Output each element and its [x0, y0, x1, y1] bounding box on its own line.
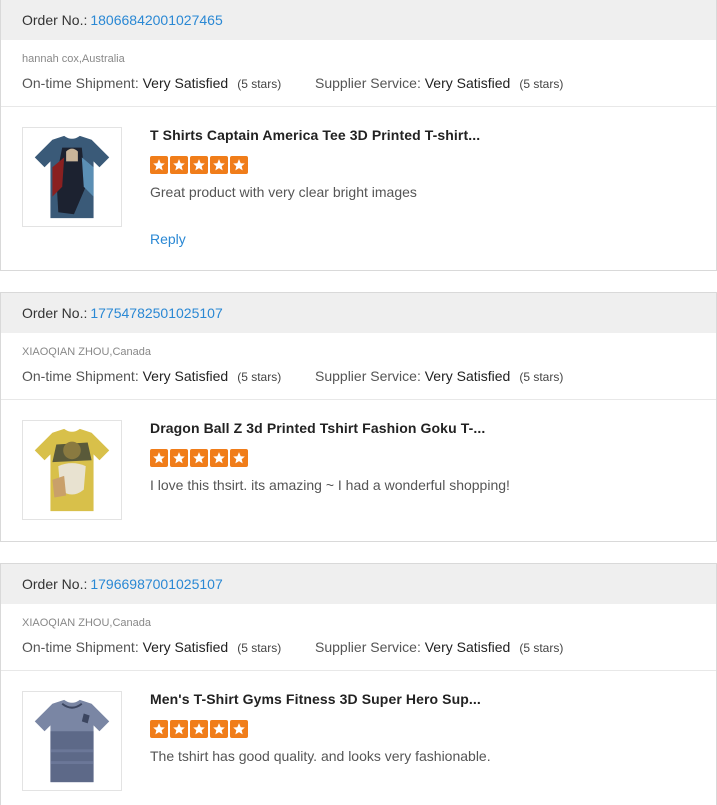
order-number-label: Order No.:: [22, 12, 88, 28]
service-rating: Supplier Service: Very Satisfied (5 stars…: [315, 75, 563, 91]
star-rating: [150, 156, 248, 174]
star-icon: [230, 156, 248, 174]
order-bar: Order No.: 17754782501025107: [1, 293, 716, 333]
shipment-rating: On-time Shipment: Very Satisfied (5 stars…: [22, 368, 315, 384]
star-icon: [150, 156, 168, 174]
service-stars-text: (5 stars): [519, 77, 564, 91]
buyer-info: XIAOQIAN ZHOU,Canada On-time Shipment: V…: [1, 333, 716, 400]
service-value: Very Satisfied: [424, 639, 511, 655]
shipment-value: Very Satisfied: [142, 639, 229, 655]
review-card: Order No.: 17754782501025107 XIAOQIAN ZH…: [0, 292, 717, 542]
order-number-label: Order No.:: [22, 305, 88, 321]
seller-rating-row: On-time Shipment: Very Satisfied (5 stars…: [22, 368, 563, 384]
tshirt-image-icon: [23, 692, 121, 790]
service-rating: Supplier Service: Very Satisfied (5 stars…: [315, 368, 563, 384]
product-thumbnail[interactable]: [22, 127, 122, 227]
order-number-link[interactable]: 18066842001027465: [90, 12, 222, 28]
seller-rating-row: On-time Shipment: Very Satisfied (5 stars…: [22, 639, 563, 655]
product-title[interactable]: Dragon Ball Z 3d Printed Tshirt Fashion …: [150, 420, 485, 436]
buyer-name-location: XIAOQIAN ZHOU,Canada: [22, 346, 151, 358]
service-stars-text: (5 stars): [519, 641, 564, 655]
review-card: Order No.: 18066842001027465 hannah cox,…: [0, 0, 717, 271]
service-value: Very Satisfied: [424, 368, 511, 384]
order-bar: Order No.: 17966987001025107: [1, 564, 716, 604]
service-label: Supplier Service:: [315, 75, 421, 91]
service-stars-text: (5 stars): [519, 370, 564, 384]
tshirt-image-icon: [23, 128, 121, 226]
star-icon: [190, 156, 208, 174]
order-number-label: Order No.:: [22, 576, 88, 592]
buyer-info: XIAOQIAN ZHOU,Canada On-time Shipment: V…: [1, 604, 716, 671]
star-icon: [170, 449, 188, 467]
star-icon: [210, 720, 228, 738]
star-rating: [150, 720, 248, 738]
review-text: Great product with very clear bright ima…: [150, 184, 417, 200]
order-number-link[interactable]: 17754782501025107: [90, 305, 222, 321]
shipment-stars-text: (5 stars): [237, 370, 282, 384]
star-icon: [170, 720, 188, 738]
review-card: Order No.: 17966987001025107 XIAOQIAN ZH…: [0, 563, 717, 805]
buyer-name-location: XIAOQIAN ZHOU,Canada: [22, 617, 151, 629]
shipment-value: Very Satisfied: [142, 368, 229, 384]
review-text: I love this thsirt. its amazing ~ I had …: [150, 477, 510, 493]
order-number-link[interactable]: 17966987001025107: [90, 576, 222, 592]
buyer-info: hannah cox,Australia On-time Shipment: V…: [1, 40, 716, 107]
reply-link[interactable]: Reply: [150, 231, 186, 247]
star-icon: [150, 449, 168, 467]
star-icon: [170, 156, 188, 174]
star-icon: [190, 449, 208, 467]
star-icon: [230, 449, 248, 467]
shipment-rating: On-time Shipment: Very Satisfied (5 stars…: [22, 75, 315, 91]
shipment-stars-text: (5 stars): [237, 77, 282, 91]
shipment-rating: On-time Shipment: Very Satisfied (5 stars…: [22, 639, 315, 655]
order-bar: Order No.: 18066842001027465: [1, 0, 716, 40]
star-icon: [190, 720, 208, 738]
product-title[interactable]: Men's T-Shirt Gyms Fitness 3D Super Hero…: [150, 691, 481, 707]
tshirt-image-icon: [23, 421, 121, 519]
star-icon: [230, 720, 248, 738]
shipment-stars-text: (5 stars): [237, 641, 282, 655]
star-icon: [210, 156, 228, 174]
buyer-name-location: hannah cox,Australia: [22, 53, 125, 65]
service-label: Supplier Service:: [315, 639, 421, 655]
product-thumbnail[interactable]: [22, 691, 122, 791]
shipment-label: On-time Shipment:: [22, 639, 139, 655]
star-rating: [150, 449, 248, 467]
star-icon: [150, 720, 168, 738]
seller-rating-row: On-time Shipment: Very Satisfied (5 stars…: [22, 75, 563, 91]
service-rating: Supplier Service: Very Satisfied (5 stars…: [315, 639, 563, 655]
star-icon: [210, 449, 228, 467]
service-label: Supplier Service:: [315, 368, 421, 384]
shipment-label: On-time Shipment:: [22, 75, 139, 91]
review-text: The tshirt has good quality. and looks v…: [150, 748, 491, 764]
product-thumbnail[interactable]: [22, 420, 122, 520]
product-title[interactable]: T Shirts Captain America Tee 3D Printed …: [150, 127, 480, 143]
shipment-value: Very Satisfied: [142, 75, 229, 91]
service-value: Very Satisfied: [424, 75, 511, 91]
shipment-label: On-time Shipment:: [22, 368, 139, 384]
